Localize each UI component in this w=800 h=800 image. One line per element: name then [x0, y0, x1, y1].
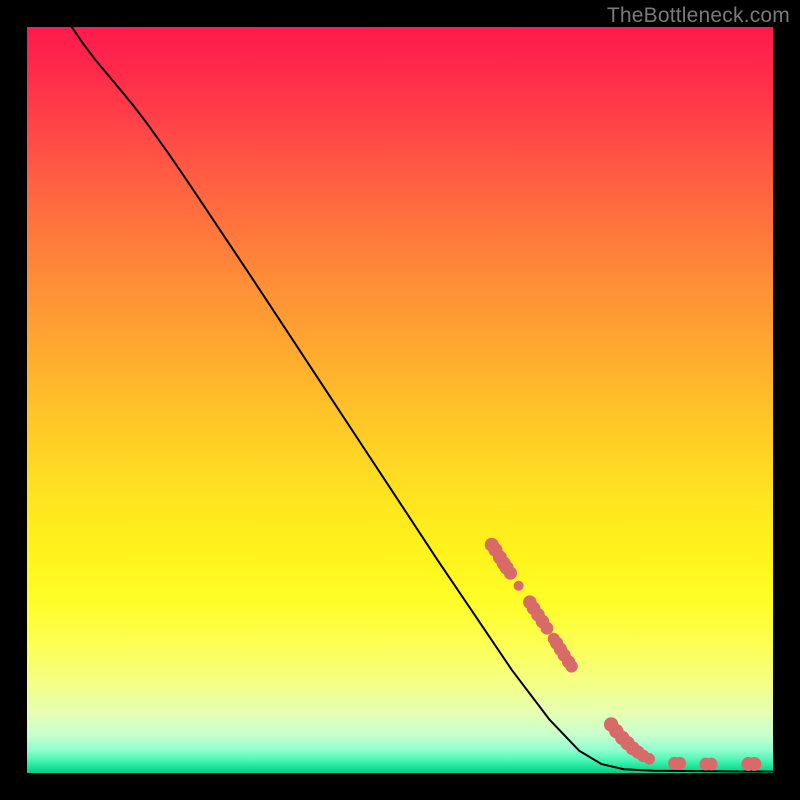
watermark-text: TheBottleneck.com	[607, 4, 790, 28]
chart-frame: TheBottleneck.com	[0, 0, 800, 800]
gradient-plot-area	[27, 27, 773, 773]
